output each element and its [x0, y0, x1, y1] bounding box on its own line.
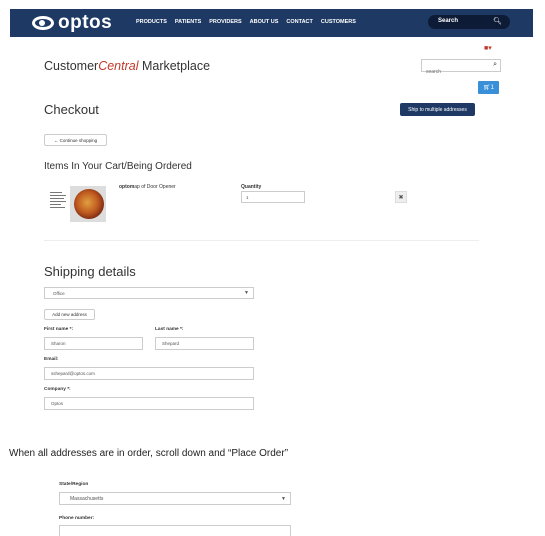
state-region-select[interactable]: Massachusetts ▼	[59, 492, 291, 505]
address-selected-value: Office	[53, 290, 65, 296]
site-search-input[interactable]	[422, 66, 484, 78]
marketplace-title: CustomerCentral Marketplace	[44, 59, 210, 73]
section-divider	[44, 240, 479, 241]
phone-number-label: Phone number:	[59, 516, 95, 521]
first-name-label: First name *:	[44, 327, 74, 332]
logo-text: optos	[58, 12, 113, 33]
instruction-caption: When all addresses are in order, scroll …	[9, 448, 289, 459]
optos-logo[interactable]: optos	[32, 12, 112, 34]
brand-prefix: Customer	[44, 59, 99, 73]
user-account-icon[interactable]: ■▾	[484, 44, 492, 52]
fundus-graphic	[74, 189, 104, 219]
product-title: ap of Door Opener	[134, 184, 176, 190]
cart-icon: 🛒︎	[483, 85, 491, 91]
main-nav: PRODUCTS PATIENTS PROVIDERS ABOUT US CON…	[136, 19, 364, 25]
search-icon[interactable]: ⌕	[493, 61, 497, 69]
company-field[interactable]: Optos	[44, 397, 254, 410]
state-region-label: State/Region	[59, 482, 89, 487]
email-field[interactable]: sshepard@optos.com	[44, 367, 254, 380]
top-nav-bar: optos PRODUCTS PATIENTS PROVIDERS ABOUT …	[10, 9, 533, 37]
brand-suffix: Marketplace	[138, 59, 211, 73]
first-name-field[interactable]: Sharon	[44, 337, 143, 350]
company-label: Company *:	[44, 387, 71, 392]
product-name[interactable]: optomap of Door Opener	[119, 184, 176, 190]
cart-button[interactable]: 🛒︎ 1	[478, 81, 499, 94]
nav-item-patients[interactable]: PATIENTS	[175, 19, 201, 25]
site-search: ⌕	[421, 59, 501, 78]
quantity-label: Quantity	[241, 184, 262, 190]
chevron-down-icon: ▼	[281, 496, 286, 502]
nav-item-contact[interactable]: CONTACT	[286, 19, 312, 25]
last-name-field[interactable]: Shepard	[155, 337, 254, 350]
ship-multiple-addresses-button[interactable]: Ship to multiple addresses	[400, 103, 475, 116]
page-title: Checkout	[44, 102, 99, 117]
add-new-address-button[interactable]: Add new address	[44, 309, 95, 320]
thumbnail-text-lines	[50, 192, 68, 210]
phone-number-field[interactable]	[59, 525, 291, 536]
continue-shopping-label: Continue shopping	[59, 137, 98, 143]
email-label: Email:	[44, 357, 59, 362]
eye-logo-icon	[32, 16, 54, 30]
nav-search-box[interactable]: Search 🔍︎	[428, 15, 510, 29]
nav-item-providers[interactable]: PROVIDERS	[209, 19, 241, 25]
brand-accent: Central	[98, 59, 139, 73]
nav-item-customers[interactable]: CUSTOMERS	[321, 19, 356, 25]
nav-search-label: Search	[438, 18, 459, 24]
search-icon[interactable]: 🔍︎	[493, 17, 502, 25]
cart-section-title: Items In Your Cart/Being Ordered	[44, 161, 192, 172]
remove-item-button[interactable]: ✖	[395, 191, 407, 203]
address-select[interactable]: Office ▼	[44, 287, 254, 299]
state-selected-value: Massachusetts	[70, 495, 104, 502]
chevron-down-icon: ▼	[244, 290, 249, 296]
nav-item-products[interactable]: PRODUCTS	[136, 19, 167, 25]
cart-count: 1	[490, 84, 494, 91]
product-thumbnail[interactable]	[50, 186, 106, 222]
product-brand: optom	[119, 184, 135, 190]
last-name-label: Last name *:	[155, 327, 184, 332]
quantity-input[interactable]: 1	[241, 191, 305, 203]
retina-image	[70, 186, 106, 222]
continue-shopping-button[interactable]: ← Continue shopping	[44, 134, 107, 146]
nav-item-about-us[interactable]: ABOUT US	[250, 19, 279, 25]
shipping-section-title: Shipping details	[44, 264, 136, 279]
